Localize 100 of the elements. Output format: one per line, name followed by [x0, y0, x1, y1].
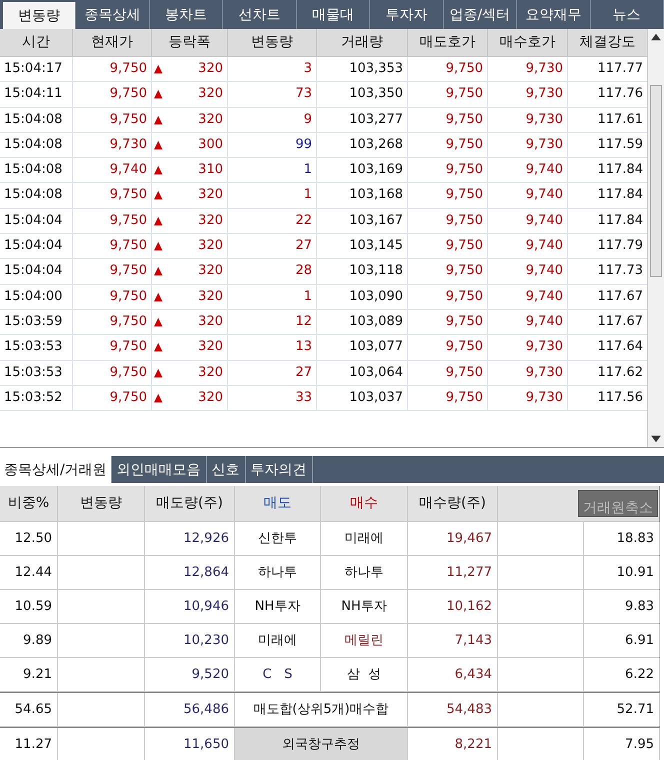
- table-cell-text: 320: [198, 364, 223, 382]
- table-cell: 12: [228, 310, 317, 334]
- table-cell: 73: [228, 82, 317, 107]
- table-cell: 10,162: [408, 590, 498, 623]
- table-cell: 15:04:11: [0, 82, 73, 107]
- table-cell: 9,740: [488, 310, 568, 334]
- table-cell: 9,740: [73, 158, 152, 182]
- table-cell: 9,740: [488, 234, 568, 258]
- tab[interactable]: 종목상세/거래원: [0, 456, 112, 483]
- column-header: 거래량: [317, 29, 408, 56]
- table-cell: 9,740: [488, 284, 568, 309]
- table-cell: 103,090: [317, 284, 408, 309]
- table-cell: 9,750: [408, 208, 488, 234]
- up-arrow-icon: ▲: [152, 158, 162, 182]
- table-cell: 11.27: [0, 728, 58, 760]
- table-cell: 28: [228, 259, 317, 284]
- table-cell: 9,750: [408, 259, 488, 284]
- up-arrow-icon: ▲: [152, 234, 162, 258]
- table-cell: 9,730: [488, 132, 568, 158]
- table-cell: 12,926: [145, 522, 235, 555]
- table-cell-text: 320: [198, 288, 223, 306]
- table-cell-text: 320: [198, 338, 223, 356]
- column-header: 비중%: [0, 486, 58, 521]
- table-cell: 15:04:17: [0, 57, 73, 82]
- tab[interactable]: 투자의견: [246, 456, 313, 483]
- table-cell: 12,864: [145, 556, 235, 589]
- table-cell: 9,750: [73, 335, 152, 360]
- table-cell: 56,486: [145, 693, 235, 726]
- table-cell: 메릴린: [321, 624, 408, 657]
- table-cell: 10.91: [584, 556, 660, 589]
- table-cell: 15:04:08: [0, 158, 73, 182]
- scrollbar[interactable]: [647, 29, 664, 447]
- column-header: 매수: [321, 486, 408, 521]
- table-cell-text: 320: [198, 212, 223, 230]
- table-cell: 15:03:53: [0, 335, 73, 360]
- table-cell: 15:04:00: [0, 284, 73, 309]
- tab[interactable]: 외인매매모음: [112, 456, 207, 483]
- table-cell: 9,750: [408, 132, 488, 158]
- table-cell: 12.44: [0, 556, 58, 589]
- up-arrow-icon: ▲: [152, 183, 162, 208]
- table-cell: 12.50: [0, 522, 58, 555]
- table-cell: 9: [228, 108, 317, 132]
- table-cell: 15:04:08: [0, 132, 73, 158]
- table-cell: 6,434: [408, 658, 498, 691]
- up-arrow-icon: ▲: [152, 82, 162, 107]
- table-cell: 15:03:59: [0, 310, 73, 334]
- tab[interactable]: 변동량: [3, 2, 76, 29]
- table-cell: 8,221: [408, 728, 498, 760]
- table-cell: 6.22: [584, 658, 660, 691]
- table-cell: 9,750: [73, 386, 152, 410]
- up-arrow-icon: ▲: [152, 335, 162, 360]
- table-cell: 9,750: [73, 108, 152, 132]
- column-header: 변동량: [58, 486, 145, 521]
- table-cell: 9,750: [73, 82, 152, 107]
- table-cell-text: 320: [198, 388, 223, 407]
- table-cell: 103,167: [317, 208, 408, 234]
- table-cell: 103,169: [317, 158, 408, 182]
- table-cell: 9,750: [408, 108, 488, 132]
- table-cell-text: 320: [198, 237, 223, 256]
- scroll-thumb[interactable]: [650, 85, 662, 277]
- table-cell: 15:03:53: [0, 360, 73, 385]
- table-cell: 9,750: [408, 360, 488, 385]
- table-cell: 19,467: [408, 522, 498, 555]
- table-cell: 27: [228, 360, 317, 385]
- table-cell: 9,750: [408, 284, 488, 309]
- table-cell-text: 320: [198, 186, 223, 204]
- table-cell: 103,077: [317, 335, 408, 360]
- table-cell: 미래에: [235, 624, 321, 657]
- table-cell: 9,750: [73, 284, 152, 309]
- table-cell: 9,730: [73, 132, 152, 158]
- column-header: 매수량(주): [408, 486, 498, 521]
- up-arrow-icon: ▲: [152, 360, 162, 385]
- table-cell: 외국창구추정: [235, 728, 408, 760]
- table-cell: 9,750: [408, 234, 488, 258]
- table-cell: 15:04:08: [0, 183, 73, 208]
- table-cell: 10,946: [145, 590, 235, 623]
- table-cell: 7.95: [584, 728, 660, 760]
- table-cell: 9,730: [488, 335, 568, 360]
- table-cell-text: 320: [198, 60, 223, 78]
- table-cell: 33: [228, 386, 317, 410]
- table-cell: NH투자: [235, 590, 321, 623]
- table-cell: 9,750: [408, 158, 488, 182]
- table-cell: 미래에: [321, 522, 408, 555]
- table-cell: 1: [228, 183, 317, 208]
- column-header: 매도: [235, 486, 321, 521]
- column-header: 변동량: [228, 29, 317, 56]
- table-cell: 9,520: [145, 658, 235, 691]
- tab[interactable]: 신호: [206, 456, 246, 483]
- up-arrow-icon: ▲: [152, 284, 162, 309]
- table-cell: 9,730: [488, 386, 568, 410]
- table-cell: 1: [228, 158, 317, 182]
- column-header: 등락폭: [152, 29, 228, 56]
- table-cell: 15:04:04: [0, 259, 73, 284]
- table-cell: 18.83: [584, 522, 660, 555]
- table-cell: 103,353: [317, 57, 408, 82]
- table-cell: 하나투: [321, 556, 408, 589]
- table-cell: 9,750: [73, 183, 152, 208]
- table-cell: 9,750: [408, 57, 488, 82]
- table-cell: 9,750: [73, 259, 152, 284]
- table-cell: 22: [228, 208, 317, 234]
